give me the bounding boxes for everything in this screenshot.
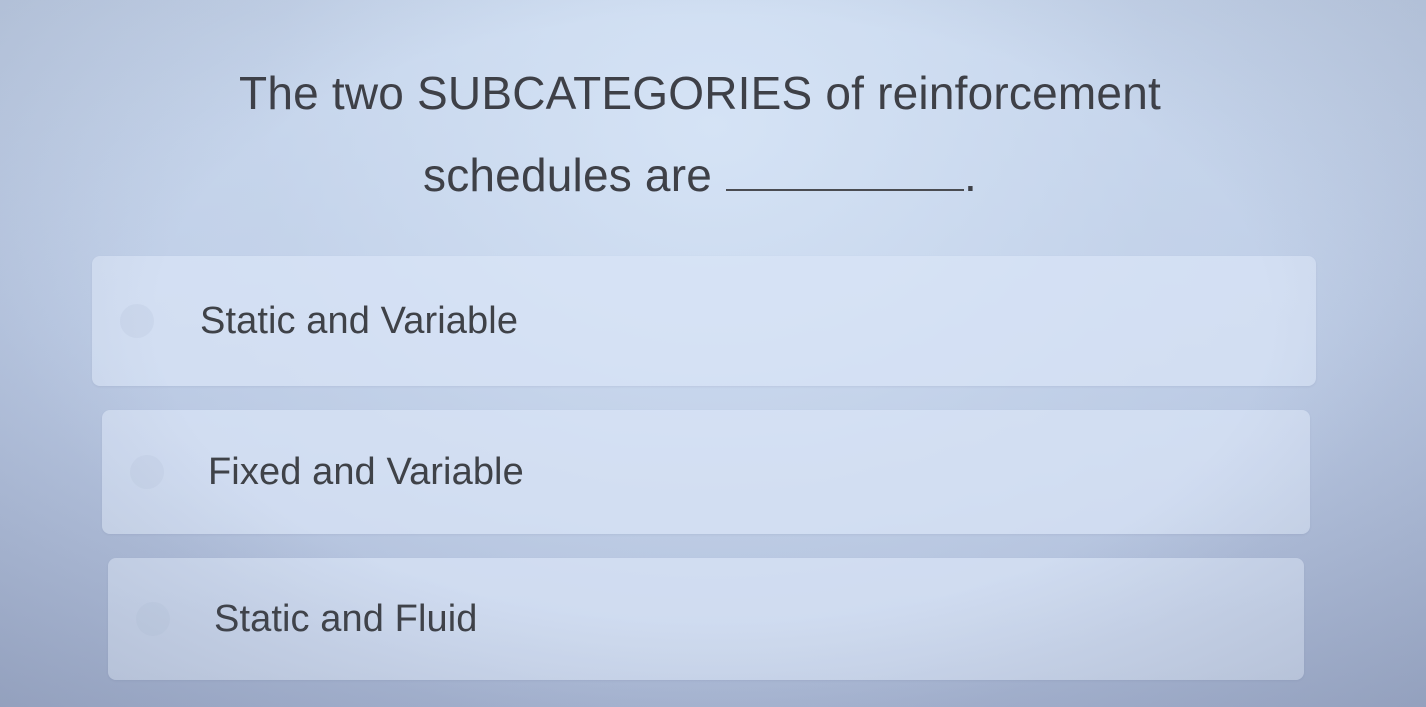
question-end-punct: . — [964, 149, 977, 201]
answer-option-3[interactable]: Static and Fluid — [108, 558, 1304, 680]
answer-blank — [726, 145, 964, 191]
question-line-2-text: schedules are — [423, 149, 712, 201]
answer-option-label: Static and Variable — [200, 299, 519, 342]
question-line-1: The two SUBCATEGORIES of reinforcement — [239, 67, 1161, 119]
question-line-2: schedules are. — [0, 134, 1400, 216]
answer-option-1[interactable]: Static and Variable — [92, 256, 1316, 386]
answer-option-label: Fixed and Variable — [208, 450, 524, 493]
answer-option-2[interactable]: Fixed and Variable — [102, 410, 1310, 534]
question-text: The two SUBCATEGORIES of reinforcement s… — [0, 52, 1400, 216]
radio-button-icon[interactable] — [136, 602, 170, 636]
radio-button-icon[interactable] — [120, 304, 154, 338]
radio-button-icon[interactable] — [130, 455, 164, 489]
